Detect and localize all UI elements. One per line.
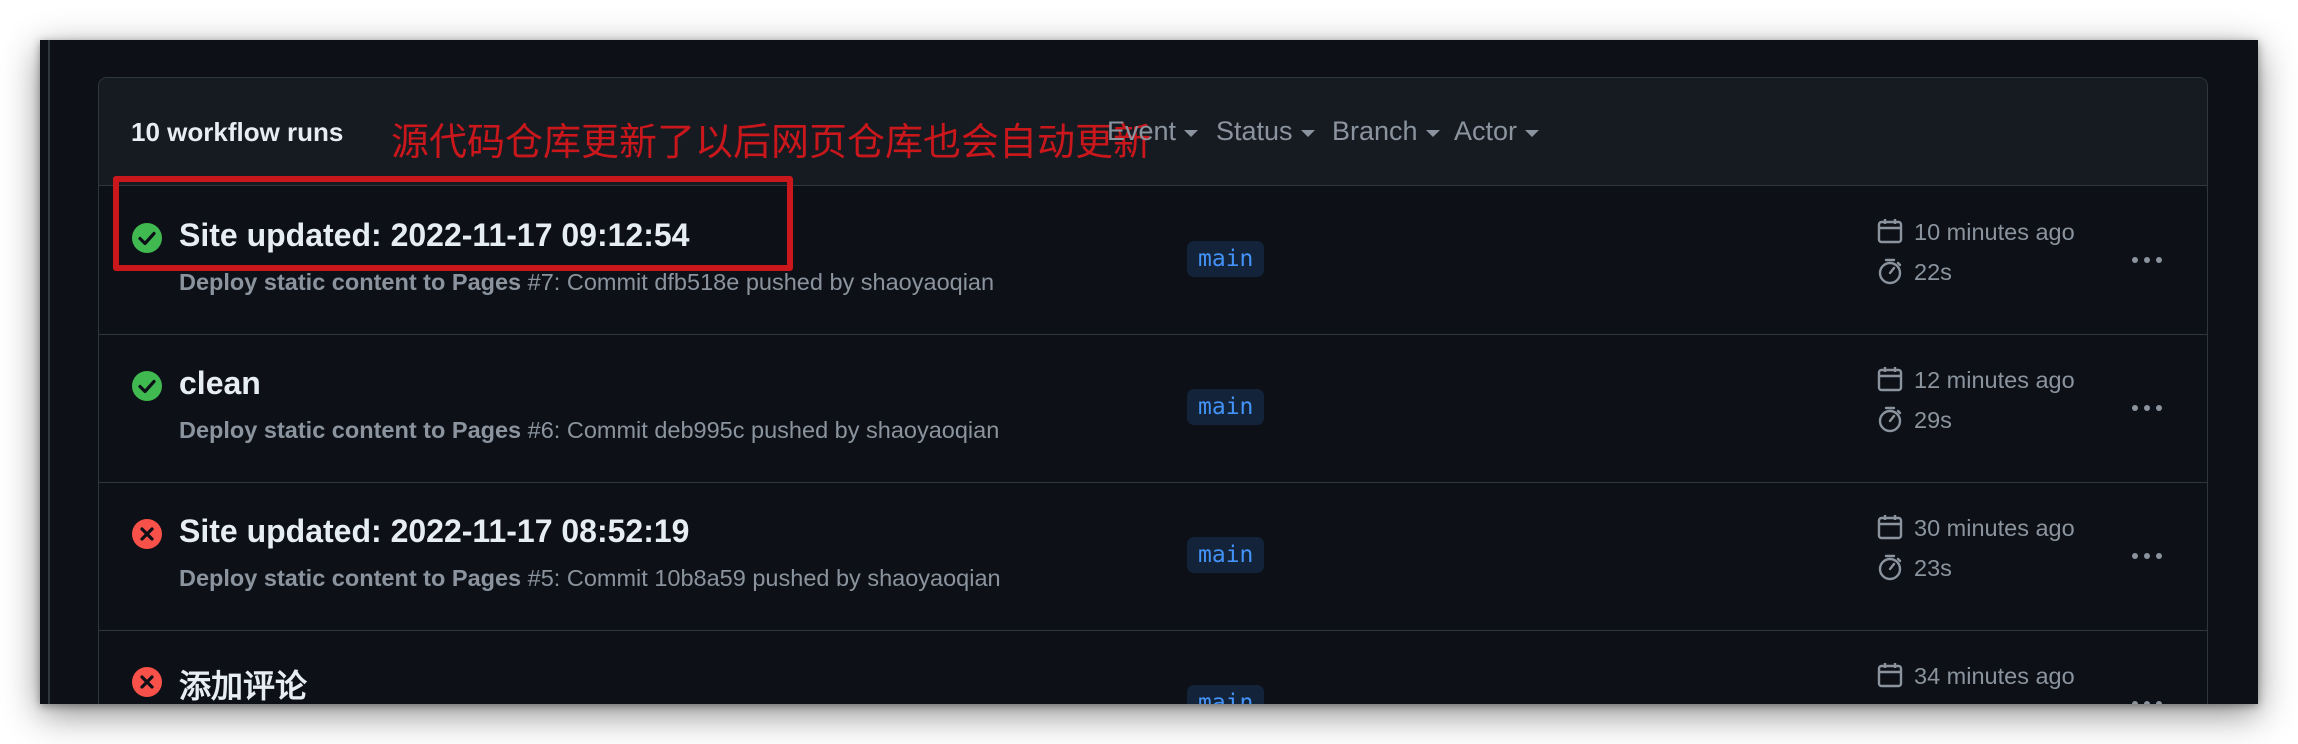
run-duration: 29s <box>1914 407 1952 433</box>
run-created-time: 34 minutes ago <box>1914 663 2075 689</box>
calendar-icon <box>1877 515 1903 540</box>
stopwatch-icon <box>1878 258 1902 285</box>
workflow-run-row[interactable]: Site updated: 2022-11-17 09:12:54 Deploy… <box>99 187 2207 335</box>
workflow-name[interactable]: Deploy static content to Pages <box>179 565 521 591</box>
run-detail: #7: Commit dfb518e pushed by shaoyaoqian <box>521 269 995 295</box>
workflow-runs-list: 10 workflow runs 源代码仓库更新了以后网页仓库也会自动更新 Ev… <box>98 77 2208 704</box>
annotation-text: 源代码仓库更新了以后网页仓库也会自动更新 <box>391 120 1152 164</box>
branch-label[interactable]: main <box>1187 685 1265 704</box>
kebab-horizontal-icon[interactable] <box>2127 245 2167 275</box>
triangle-down-icon <box>1425 129 1440 137</box>
workflow-name[interactable]: Deploy static content to Pages <box>179 417 521 443</box>
kebab-horizontal-icon[interactable] <box>2127 689 2167 704</box>
run-title-link[interactable]: clean <box>179 365 261 402</box>
status-filter[interactable]: Status <box>1216 116 1315 147</box>
x-circle-fill-icon <box>132 519 162 549</box>
branch-filter-label: Branch <box>1332 116 1418 146</box>
calendar-icon <box>1877 219 1903 244</box>
triangle-down-icon <box>1184 129 1199 137</box>
check-circle-fill-icon <box>132 223 162 253</box>
event-filter[interactable]: Event <box>1107 116 1199 147</box>
runs-list-header: 10 workflow runs 源代码仓库更新了以后网页仓库也会自动更新 Ev… <box>99 78 2207 186</box>
run-title-link[interactable]: Site updated: 2022-11-17 08:52:19 <box>179 513 689 550</box>
run-title-link[interactable]: 添加评论 <box>179 661 307 704</box>
workflow-run-row[interactable]: 添加评论 main 34 minutes ago <box>99 631 2207 704</box>
actor-filter[interactable]: Actor <box>1454 116 1540 147</box>
stopwatch-icon <box>1878 554 1902 581</box>
branch-label[interactable]: main <box>1187 389 1265 425</box>
browser-window: 10 workflow runs 源代码仓库更新了以后网页仓库也会自动更新 Ev… <box>40 40 2258 704</box>
sidebar-divider <box>48 40 50 704</box>
branch-label[interactable]: main <box>1187 537 1265 573</box>
run-detail: #6: Commit deb995c pushed by shaoyaoqian <box>521 417 1000 443</box>
kebab-horizontal-icon[interactable] <box>2127 393 2167 423</box>
run-duration: 22s <box>1914 259 1952 285</box>
run-subtitle: Deploy static content to Pages #7: Commi… <box>179 269 994 296</box>
workflow-run-row[interactable]: clean Deploy static content to Pages #6:… <box>99 335 2207 483</box>
triangle-down-icon <box>1300 129 1315 137</box>
branch-label[interactable]: main <box>1187 241 1265 277</box>
stopwatch-icon <box>1878 406 1902 433</box>
check-circle-fill-icon <box>132 371 162 401</box>
run-subtitle: Deploy static content to Pages #6: Commi… <box>179 417 999 444</box>
status-filter-label: Status <box>1216 116 1293 146</box>
workflow-runs-count: 10 workflow runs <box>131 117 344 147</box>
run-created-time: 10 minutes ago <box>1914 219 2075 245</box>
run-created-time: 30 minutes ago <box>1914 515 2075 541</box>
kebab-horizontal-icon[interactable] <box>2127 541 2167 571</box>
run-title-link[interactable]: Site updated: 2022-11-17 09:12:54 <box>179 217 689 254</box>
run-created-time: 12 minutes ago <box>1914 367 2075 393</box>
calendar-icon <box>1877 367 1903 392</box>
run-subtitle: Deploy static content to Pages #5: Commi… <box>179 565 1001 592</box>
branch-filter[interactable]: Branch <box>1332 116 1440 147</box>
workflow-run-row[interactable]: Site updated: 2022-11-17 08:52:19 Deploy… <box>99 483 2207 631</box>
x-circle-fill-icon <box>132 667 162 697</box>
triangle-down-icon <box>1525 129 1540 137</box>
run-duration: 23s <box>1914 555 1952 581</box>
workflow-name[interactable]: Deploy static content to Pages <box>179 269 521 295</box>
actor-filter-label: Actor <box>1454 116 1518 146</box>
calendar-icon <box>1877 663 1903 688</box>
run-detail: #5: Commit 10b8a59 pushed by shaoyaoqian <box>521 565 1001 591</box>
event-filter-label: Event <box>1107 116 1177 146</box>
